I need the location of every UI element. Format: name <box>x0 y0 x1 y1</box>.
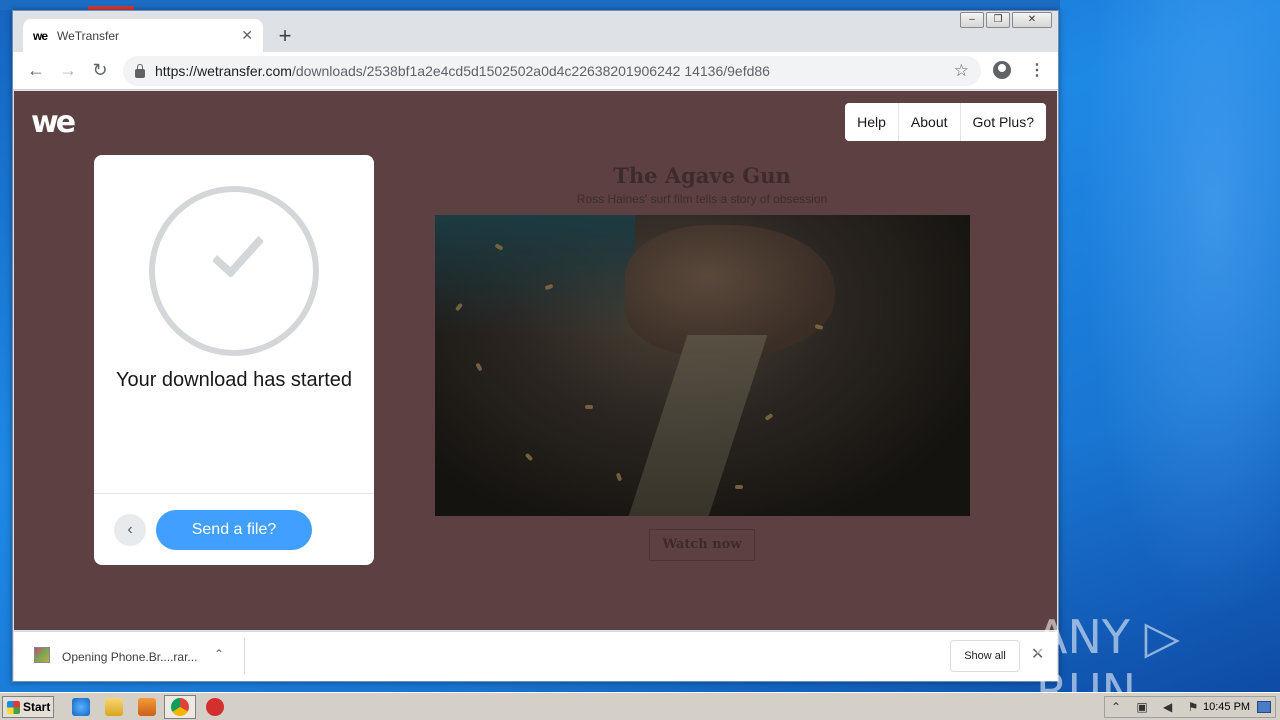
wetransfer-favicon-icon: we <box>33 28 48 43</box>
new-tab-button[interactable]: + <box>273 23 297 49</box>
windows-flag-icon <box>7 701 20 714</box>
url-path: /downloads/2538bf1a2e4cd5d1502502a0d4c22… <box>291 63 770 79</box>
ad-image-chip <box>524 452 534 462</box>
download-item-label[interactable]: Opening Phone.Br....rar... <box>62 650 197 664</box>
ad-image-chip <box>615 472 623 482</box>
system-tray: ⌃ ▣ ◀ ⚑ 10:45 PM <box>1104 696 1276 718</box>
ad-image-chip <box>585 405 593 409</box>
chevron-up-icon[interactable]: ⌃ <box>214 647 224 661</box>
window-controls: – ❐ ✕ <box>960 12 1052 28</box>
clock[interactable]: 10:45 PM <box>1203 701 1250 713</box>
wetransfer-logo[interactable]: we <box>31 105 76 140</box>
tab-title: WeTransfer <box>57 28 120 43</box>
ad-image-chip <box>735 485 743 489</box>
ad-image[interactable] <box>435 215 970 516</box>
ad-image-blade <box>622 335 768 516</box>
ad-subtitle: Ross Haines' surf film tells a story of … <box>576 192 828 206</box>
start-label: Start <box>23 700 51 714</box>
media-player-icon[interactable] <box>138 698 156 716</box>
taskbar: Start ⌃ ▣ ◀ ⚑ 10:45 PM <box>0 692 1280 720</box>
nav-about[interactable]: About <box>899 103 961 141</box>
reload-icon[interactable]: ↻ <box>89 60 111 81</box>
profile-icon[interactable] <box>993 61 1011 79</box>
nav-got-plus[interactable]: Got Plus? <box>961 103 1046 141</box>
restore-button[interactable]: ❐ <box>986 12 1010 28</box>
checkmark-icon <box>211 223 265 279</box>
file-explorer-icon[interactable] <box>105 698 123 716</box>
chrome-taskbar-button[interactable] <box>164 695 196 719</box>
top-nav: Help About Got Plus? <box>845 103 1046 141</box>
chrome-icon <box>171 698 189 716</box>
lock-icon <box>135 63 145 78</box>
address-bar[interactable]: https://wetransfer.com/downloads/2538bf1… <box>123 56 981 86</box>
back-arrow-icon[interactable]: ← <box>25 60 47 81</box>
browser-tab[interactable]: we WeTransfer ✕ <box>23 19 263 52</box>
nav-help[interactable]: Help <box>845 103 899 141</box>
download-separator <box>244 638 245 674</box>
show-desktop-icon[interactable] <box>1257 701 1271 713</box>
chevron-left-icon[interactable]: ‹ <box>114 514 146 546</box>
check-circle-icon <box>149 186 319 356</box>
url-host: https://wetransfer.com <box>155 63 292 79</box>
watch-now-button[interactable]: Watch now <box>649 529 755 561</box>
start-button[interactable]: Start <box>2 696 54 718</box>
opera-icon[interactable] <box>206 698 224 716</box>
download-card: Your download has started ‹ Send a file? <box>94 155 374 565</box>
download-started-message: Your download has started <box>115 369 353 391</box>
download-shelf: Opening Phone.Br....rar... ⌃ Show all ✕ <box>14 631 1057 681</box>
page-viewport: we Help About Got Plus? The Agave Gun Ro… <box>14 91 1057 630</box>
ad-image-chip <box>475 362 483 372</box>
tab-close-icon[interactable]: ✕ <box>241 27 253 44</box>
card-divider <box>94 493 374 494</box>
desktop-top-strip <box>0 0 1060 10</box>
menu-kebab-icon[interactable]: ⋮ <box>1029 60 1045 80</box>
ad-image-sky <box>435 215 635 335</box>
bookmark-star-icon[interactable]: ☆ <box>954 61 969 81</box>
ad-image-chip <box>764 413 774 421</box>
close-window-button[interactable]: ✕ <box>1012 12 1052 28</box>
internet-explorer-icon[interactable] <box>72 698 90 716</box>
ad-title: The Agave Gun <box>613 163 791 188</box>
minimize-button[interactable]: – <box>960 12 984 28</box>
forward-arrow-icon[interactable]: → <box>57 60 79 81</box>
desktop-wallpaper <box>1060 0 1280 690</box>
tray-icons[interactable]: ⌃ ▣ ◀ ⚑ <box>1111 700 1204 714</box>
browser-toolbar: ← → ↻ https://wetransfer.com/downloads/2… <box>13 52 1058 90</box>
archive-file-icon <box>34 647 50 663</box>
show-all-button[interactable]: Show all <box>950 640 1020 672</box>
browser-window: – ❐ ✕ we WeTransfer ✕ + ← → ↻ https://we… <box>12 10 1059 682</box>
send-a-file-button[interactable]: Send a file? <box>156 510 312 550</box>
